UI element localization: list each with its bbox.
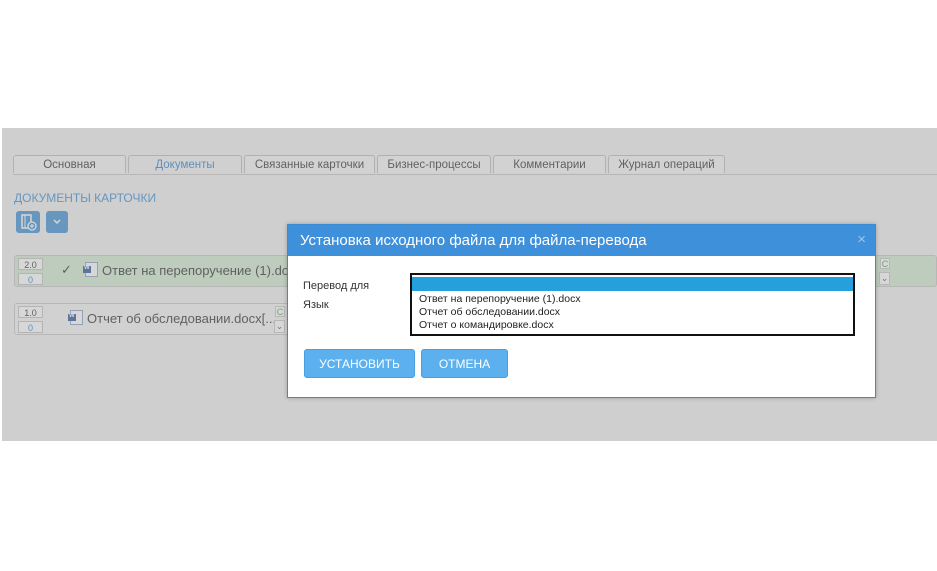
language-label: Язык [303, 299, 329, 311]
listbox-option[interactable]: Отчет о командировке.docx [412, 319, 853, 331]
listbox-option[interactable]: Отчет об обследовании.docx [412, 306, 853, 318]
close-icon[interactable]: × [857, 231, 866, 248]
listbox-option[interactable] [412, 277, 853, 291]
dialog-title: Установка исходного файла для файла-пере… [300, 232, 647, 249]
set-button[interactable]: УСТАНОВИТЬ [304, 349, 415, 378]
dialog-header: Установка исходного файла для файла-пере… [288, 225, 875, 256]
translation-for-label: Перевод для [303, 280, 370, 292]
translation-source-dialog: Установка исходного файла для файла-пере… [287, 224, 876, 398]
listbox-option[interactable]: Ответ на перепоручение (1).docx [412, 293, 853, 305]
source-file-listbox[interactable]: Ответ на перепоручение (1).docx Отчет об… [410, 273, 855, 336]
cancel-button[interactable]: ОТМЕНА [421, 349, 508, 378]
